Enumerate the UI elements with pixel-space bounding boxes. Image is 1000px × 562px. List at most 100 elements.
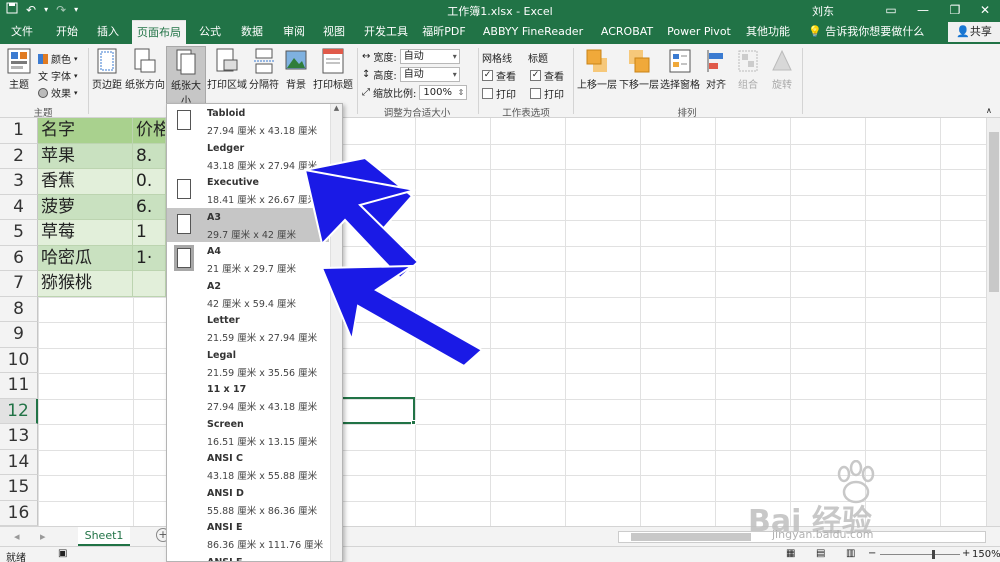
tab-developer[interactable]: 开发工具 — [358, 20, 414, 44]
row-header[interactable]: 7 — [0, 271, 38, 297]
fonts-button[interactable]: 文字体 ▾ — [38, 68, 78, 84]
price-cell[interactable]: 8. — [133, 143, 166, 169]
align-button[interactable]: 对齐 — [702, 48, 730, 91]
tab-insert[interactable]: 插入 — [88, 20, 128, 44]
paper-size-option[interactable]: A4 21 厘米 x 29.7 厘米 — [167, 242, 329, 277]
price-cell[interactable]: 6. — [133, 194, 166, 220]
row-header[interactable]: 5 — [0, 220, 38, 246]
selection-pane-button[interactable]: 选择窗格 — [660, 48, 700, 91]
tell-me-box[interactable]: 💡 告诉我你想要做什么 — [808, 20, 924, 44]
paper-size-dropdown[interactable]: Tabloid 27.94 厘米 x 43.18 厘米 Ledger 43.18 厘米… — [166, 103, 343, 562]
paper-size-option[interactable]: Letter 21.59 厘米 x 27.94 厘米 — [167, 311, 329, 346]
restore-icon[interactable]: ❐ — [940, 0, 970, 20]
paper-size-option[interactable]: 11 x 17 27.94 厘米 x 43.18 厘米 — [167, 380, 329, 415]
tab-other[interactable]: 其他功能 — [742, 20, 794, 44]
row-header[interactable]: 9 — [0, 322, 38, 348]
row-header[interactable]: 4 — [0, 194, 38, 220]
row-header[interactable]: 11 — [0, 373, 38, 399]
price-cell[interactable] — [133, 271, 166, 297]
tab-review[interactable]: 审阅 — [274, 20, 314, 44]
share-button[interactable]: 👤共享 — [948, 22, 1000, 42]
tab-power-pivot[interactable]: Power Pivot — [666, 20, 732, 44]
row-header[interactable]: 6 — [0, 245, 38, 271]
name-cell[interactable]: 苹果 — [38, 143, 133, 169]
row-header[interactable]: 15 — [0, 475, 38, 501]
tab-home[interactable]: 开始 — [46, 20, 88, 44]
name-cell[interactable]: 菠萝 — [38, 194, 133, 220]
minimize-icon[interactable]: — — [908, 0, 938, 20]
vertical-scrollbar[interactable] — [986, 118, 1000, 526]
close-icon[interactable]: ✕ — [970, 0, 1000, 20]
paper-size-option[interactable]: ANSI C 43.18 厘米 x 55.88 厘米 — [167, 449, 329, 484]
headings-print-checkbox[interactable]: 打印 — [530, 86, 564, 101]
tab-file[interactable]: 文件 — [2, 20, 42, 44]
row-header[interactable]: 3 — [0, 169, 38, 195]
page-break-view-icon[interactable]: ▥ — [846, 548, 855, 559]
rotate-button[interactable]: 旋转 — [768, 48, 796, 91]
price-cell[interactable]: 1 — [133, 220, 166, 246]
selected-cell[interactable] — [340, 397, 415, 424]
fill-handle[interactable] — [411, 420, 416, 425]
print-area-button[interactable]: 打印区域 — [207, 48, 247, 91]
tab-data[interactable]: 数据 — [232, 20, 272, 44]
print-titles-button[interactable]: 打印标题 — [312, 48, 354, 91]
paper-size-option[interactable]: Tabloid 27.94 厘米 x 43.18 厘米 — [167, 104, 329, 139]
paper-size-option[interactable]: ANSI F — [167, 553, 329, 562]
row-header[interactable]: 10 — [0, 347, 38, 373]
themes-button[interactable]: 主题 — [4, 48, 34, 91]
margins-button[interactable]: 页边距 — [90, 48, 124, 91]
row-header[interactable]: 1 — [0, 118, 38, 144]
height-select[interactable]: 自动 ▾ — [399, 67, 460, 82]
header-cell-price[interactable]: 价格 — [133, 118, 166, 144]
scroll-right-icon[interactable]: ▸ — [40, 530, 46, 543]
name-cell[interactable]: 香蕉 — [38, 169, 133, 195]
normal-view-icon[interactable]: ▦ — [786, 548, 795, 559]
group-objects-button[interactable]: 组合 — [734, 48, 762, 91]
send-backward-button[interactable]: 下移一层 — [618, 48, 660, 91]
paper-size-option[interactable]: A2 42 厘米 x 59.4 厘米 — [167, 277, 329, 312]
zoom-out-icon[interactable]: − — [868, 548, 876, 559]
background-button[interactable]: 背景 — [282, 48, 310, 91]
name-cell[interactable]: 草莓 — [38, 220, 133, 246]
zoom-in-icon[interactable]: + — [962, 548, 970, 559]
collapse-ribbon-icon[interactable]: ∧ — [986, 106, 992, 115]
width-select[interactable]: 自动 ▾ — [399, 49, 460, 64]
colors-button[interactable]: 颜色 ▾ — [38, 51, 78, 66]
scroll-left-icon[interactable]: ◂ — [14, 530, 20, 543]
gridlines-print-checkbox[interactable]: 打印 — [482, 86, 516, 101]
tab-view[interactable]: 视图 — [314, 20, 354, 44]
sheet-tab-sheet1[interactable]: Sheet1 — [78, 527, 130, 546]
macro-record-icon[interactable]: ▣ — [58, 548, 67, 559]
bring-forward-button[interactable]: 上移一层 — [576, 48, 618, 91]
paper-size-option[interactable]: Screen 16.51 厘米 x 13.15 厘米 — [167, 415, 329, 450]
tab-acrobat[interactable]: ACROBAT — [598, 20, 656, 44]
paper-size-button[interactable]: 纸张大小▾ — [166, 46, 206, 117]
zoom-level[interactable]: 150% — [972, 549, 1000, 560]
paper-size-option[interactable]: Executive 18.41 厘米 x 26.67 厘米 — [167, 173, 329, 208]
price-cell[interactable]: 0. — [133, 169, 166, 195]
breaks-button[interactable]: 分隔符 — [247, 48, 281, 91]
row-header[interactable]: 14 — [0, 449, 38, 475]
row-header[interactable]: 16 — [0, 500, 38, 526]
gridlines-view-checkbox[interactable]: ✓ 查看 — [482, 68, 516, 83]
scale-spinner[interactable]: 100% ⇕ — [419, 85, 468, 100]
name-cell[interactable]: 猕猴桃 — [38, 271, 133, 297]
tab-foxit-pdf[interactable]: 福昕PDF — [418, 20, 470, 44]
dropdown-scrollbar[interactable]: ▲ — [330, 104, 342, 561]
row-header[interactable]: 2 — [0, 143, 38, 169]
row-header[interactable]: 12 — [0, 398, 38, 424]
paper-size-option[interactable]: ANSI D 55.88 厘米 x 86.36 厘米 — [167, 484, 329, 519]
scroll-thumb[interactable] — [631, 533, 751, 541]
tab-page-layout[interactable]: 页面布局 — [132, 20, 186, 44]
orientation-button[interactable]: 纸张方向 — [124, 48, 166, 91]
effects-button[interactable]: 效果 ▾ — [38, 85, 78, 100]
zoom-slider[interactable] — [880, 550, 960, 559]
page-layout-view-icon[interactable]: ▤ — [816, 548, 825, 559]
zoom-slider-thumb[interactable] — [932, 550, 935, 559]
headings-view-checkbox[interactable]: ✓ 查看 — [530, 68, 564, 83]
scroll-thumb[interactable] — [989, 132, 999, 292]
scroll-up-icon[interactable]: ▲ — [331, 104, 342, 112]
header-cell-name[interactable]: 名字 — [38, 118, 133, 144]
paper-size-option[interactable]: ANSI E 86.36 厘米 x 111.76 厘米 — [167, 518, 329, 553]
tab-abbyy[interactable]: ABBYY FineReader 12 — [478, 20, 588, 62]
